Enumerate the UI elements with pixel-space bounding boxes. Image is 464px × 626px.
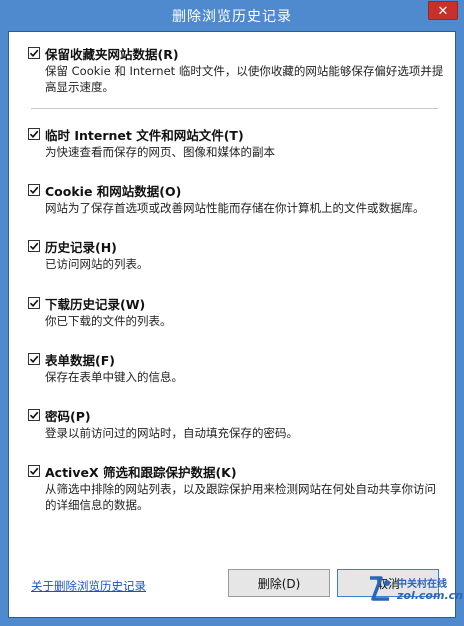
- option-description: 登录以前访问过的网站时，自动填充保存的密码。: [45, 426, 298, 440]
- option-form-data[interactable]: 表单数据(F) 保存在表单中键入的信息。: [28, 350, 448, 385]
- checkbox-cookies[interactable]: [28, 184, 40, 196]
- close-button[interactable]: ✕: [428, 1, 458, 20]
- option-history[interactable]: 历史记录(H) 已访问网站的列表。: [28, 237, 448, 272]
- option-description: 保留 Cookie 和 Internet 临时文件，以使你收藏的网站能够保存偏好…: [45, 64, 444, 94]
- window-title: 删除浏览历史记录: [172, 9, 292, 25]
- option-label: 下载历史记录(W): [45, 296, 146, 312]
- option-cookies[interactable]: Cookie 和网站数据(O) 网站为了保存首选项或改善网站性能而存储在你计算机…: [28, 181, 448, 216]
- checkbox-download-history[interactable]: [28, 297, 40, 309]
- title-bar[interactable]: 删除浏览历史记录 ✕: [0, 0, 464, 30]
- option-passwords[interactable]: 密码(P) 登录以前访问过的网站时，自动填充保存的密码。: [28, 406, 448, 441]
- option-label: 表单数据(F): [45, 352, 115, 368]
- check-icon: [29, 49, 39, 57]
- dialog-content: 保留收藏夹网站数据(R) 保留 Cookie 和 Internet 临时文件，以…: [8, 31, 463, 618]
- option-activex-tracking[interactable]: ActiveX 筛选和跟踪保护数据(K) 从筛选中排除的网站列表，以及跟踪保护用…: [28, 462, 448, 513]
- option-description: 网站为了保存首选项或改善网站性能而存储在你计算机上的文件或数据库。: [45, 201, 425, 215]
- check-icon: [29, 130, 39, 138]
- option-label: Cookie 和网站数据(O): [45, 183, 182, 199]
- option-description: 为快速查看而保存的网页、图像和媒体的副本: [45, 145, 275, 159]
- check-icon: [29, 411, 39, 419]
- checkbox-temp-files[interactable]: [28, 128, 40, 140]
- check-icon: [29, 186, 39, 194]
- option-description: 已访问网站的列表。: [45, 257, 149, 271]
- separator: [31, 108, 438, 109]
- check-icon: [29, 299, 39, 307]
- checkbox-history[interactable]: [28, 240, 40, 252]
- checkbox-passwords[interactable]: [28, 409, 40, 421]
- option-description: 你已下载的文件的列表。: [45, 314, 172, 328]
- delete-button[interactable]: 删除(D): [228, 569, 330, 597]
- option-preserve-favorites[interactable]: 保留收藏夹网站数据(R) 保留 Cookie 和 Internet 临时文件，以…: [28, 44, 448, 95]
- option-download-history[interactable]: 下载历史记录(W) 你已下载的文件的列表。: [28, 294, 448, 329]
- checkbox-activex-tracking[interactable]: [28, 465, 40, 477]
- dialog-window: 删除浏览历史记录 ✕ 保留收藏夹网站数据(R) 保留 Cookie 和 Inte…: [0, 0, 464, 626]
- option-label: 历史记录(H): [45, 239, 117, 255]
- option-label: 密码(P): [45, 408, 91, 424]
- option-label: ActiveX 筛选和跟踪保护数据(K): [45, 464, 237, 480]
- about-delete-history-link[interactable]: 关于删除浏览历史记录: [31, 578, 146, 594]
- checkbox-preserve-favorites[interactable]: [28, 47, 40, 59]
- zol-watermark: 中关村在线 zol.com.cn: [367, 573, 463, 607]
- check-icon: [29, 467, 39, 475]
- watermark-text-bottom: zol.com.cn: [397, 589, 463, 602]
- option-description: 从筛选中排除的网站列表，以及跟踪保护用来检测网站在何处自动共享你访问的详细信息的…: [45, 482, 436, 512]
- check-icon: [29, 355, 39, 363]
- close-icon: ✕: [437, 4, 449, 19]
- check-icon: [29, 242, 39, 250]
- option-description: 保存在表单中键入的信息。: [45, 370, 183, 384]
- option-temp-files[interactable]: 临时 Internet 文件和网站文件(T) 为快速查看而保存的网页、图像和媒体…: [28, 125, 448, 160]
- option-label: 临时 Internet 文件和网站文件(T): [45, 127, 244, 143]
- zol-logo-icon: [370, 576, 390, 601]
- option-label: 保留收藏夹网站数据(R): [45, 46, 179, 62]
- watermark-text-top: 中关村在线: [397, 579, 447, 590]
- checkbox-form-data[interactable]: [28, 353, 40, 365]
